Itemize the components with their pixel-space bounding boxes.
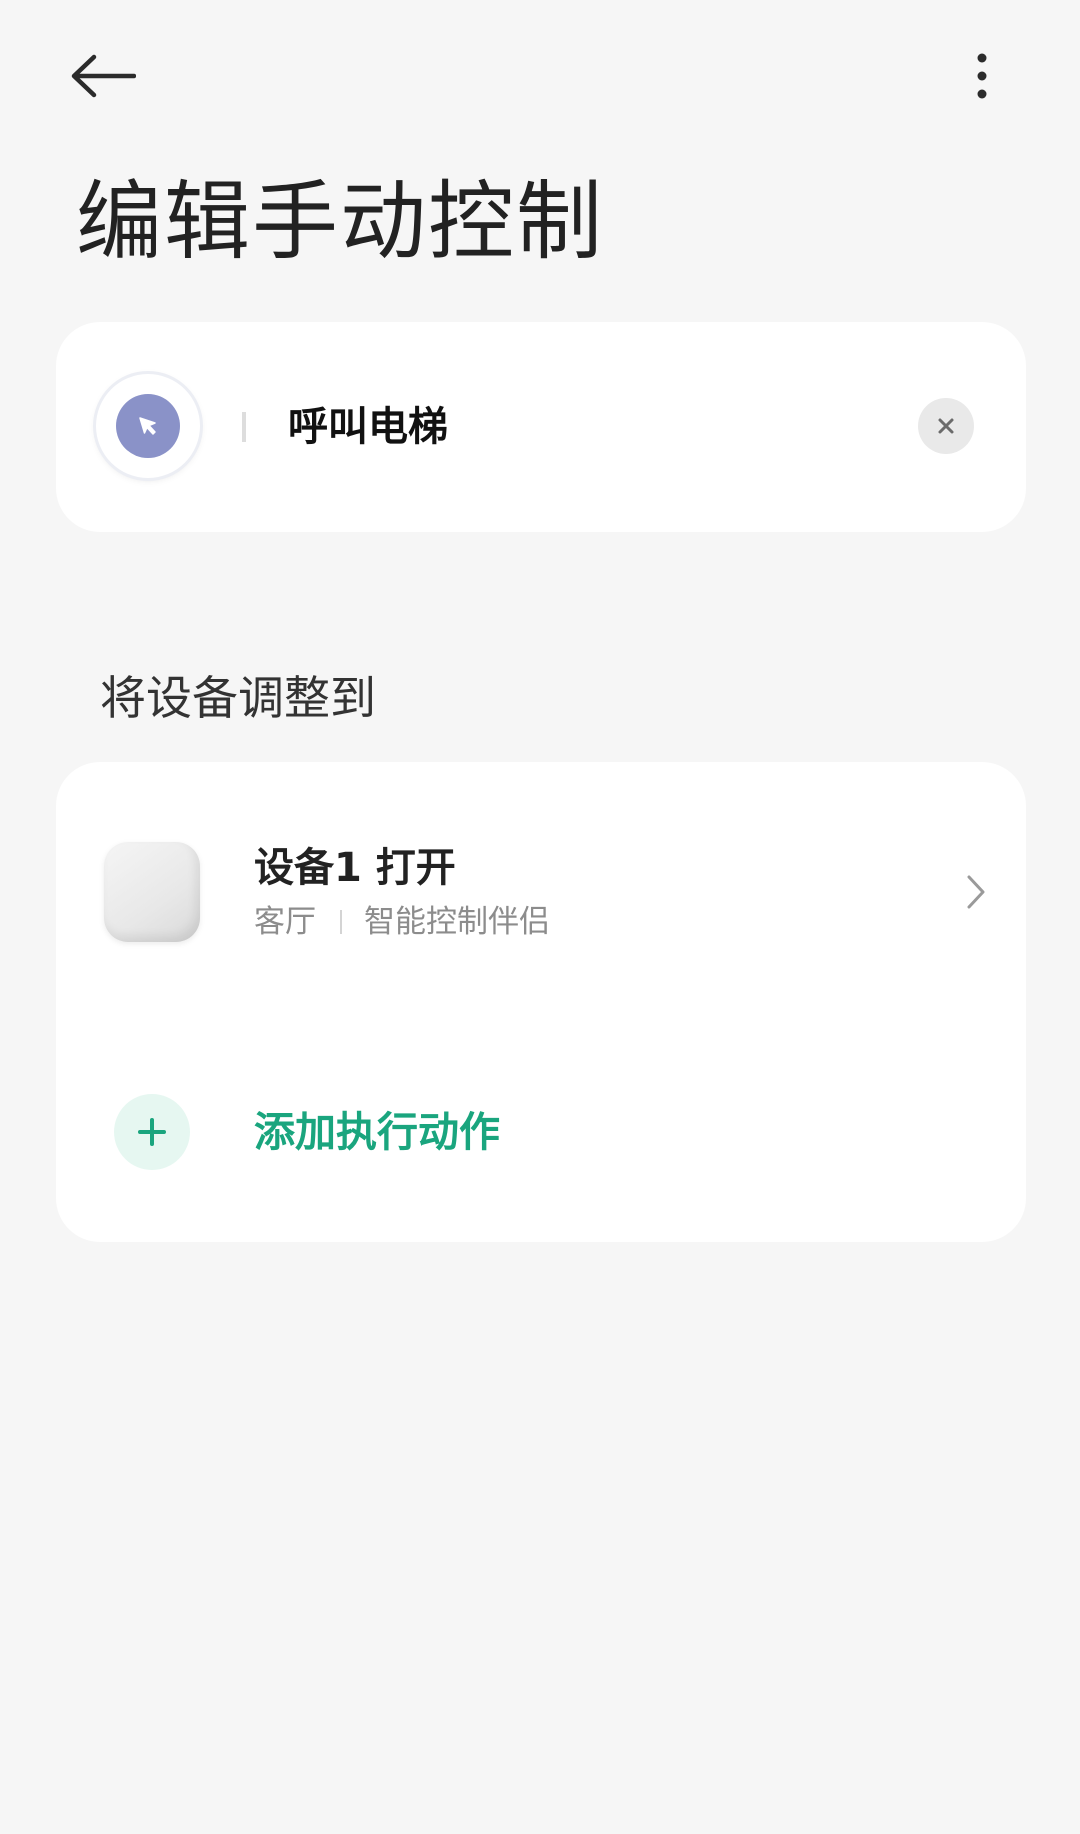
scene-icon-badge: [116, 394, 180, 458]
section-label: 将设备调整到: [100, 671, 376, 725]
clear-name-button[interactable]: [918, 398, 974, 454]
back-button[interactable]: [70, 44, 150, 108]
more-vertical-icon: [977, 53, 987, 99]
action-title: 设备1 打开: [254, 845, 456, 891]
action-subtitle: 客厅 智能控制伴侣: [254, 900, 550, 944]
action-chevron: [956, 868, 996, 916]
action-item[interactable]: 设备1 打开 客厅 智能控制伴侣: [56, 822, 1026, 962]
add-icon-badge: [114, 1094, 190, 1170]
scene-icon-button[interactable]: [96, 374, 200, 478]
scene-name-card: 呼叫电梯: [56, 322, 1026, 532]
plus-icon: [138, 1118, 166, 1146]
scene-name-input[interactable]: 呼叫电梯: [288, 400, 448, 454]
add-action-label: 添加执行动作: [254, 1108, 500, 1156]
more-options-button[interactable]: [955, 40, 1009, 112]
page-title: 编辑手动控制: [76, 172, 604, 272]
action-room: 客厅: [254, 904, 316, 940]
subtitle-divider: [340, 910, 342, 934]
chevron-right-icon: [967, 875, 985, 909]
text-cursor: [242, 412, 246, 442]
cursor-arrow-icon: [139, 417, 156, 435]
top-bar: [0, 0, 1080, 150]
action-device-type: 智能控制伴侣: [364, 904, 550, 940]
close-icon: [938, 418, 954, 434]
device-thumbnail: [104, 842, 200, 942]
actions-card: 设备1 打开 客厅 智能控制伴侣 添加执行动作: [56, 762, 1026, 1242]
add-action-button[interactable]: 添加执行动作: [56, 1080, 1026, 1190]
arrow-left-icon: [71, 54, 136, 98]
